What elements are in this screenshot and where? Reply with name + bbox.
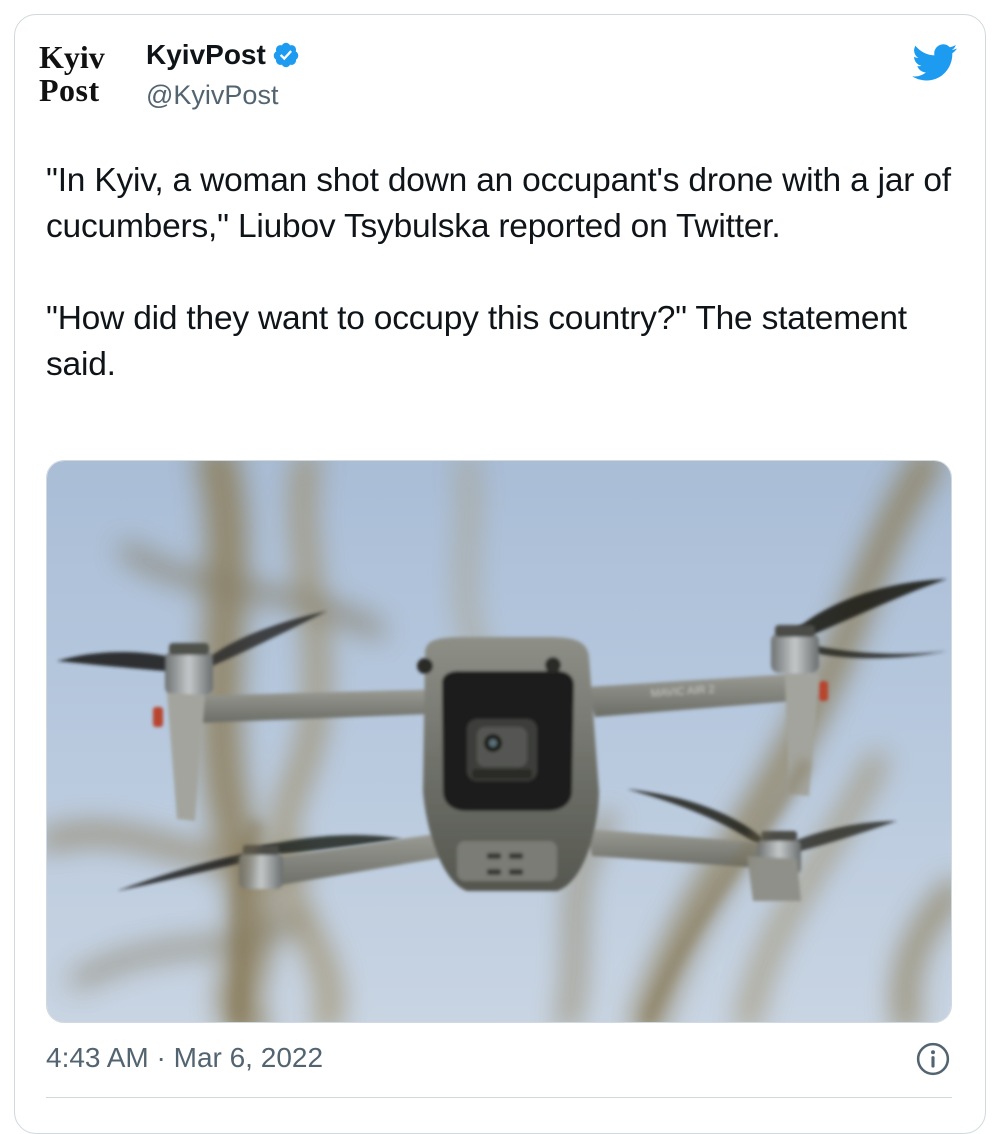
- info-icon[interactable]: [916, 1042, 950, 1076]
- author-display-name[interactable]: KyivPost: [146, 39, 266, 71]
- footer-divider: [46, 1097, 952, 1098]
- tweet-body: "In Kyiv, a woman shot down an occupant'…: [46, 158, 956, 388]
- drone-photo: MAVIC AIR 2: [47, 461, 951, 1022]
- tweet-media-photo[interactable]: MAVIC AIR 2: [46, 460, 952, 1023]
- tweet-paragraph-1: "In Kyiv, a woman shot down an occupant'…: [46, 162, 951, 245]
- tweet-header: Kyiv Post KyivPost @KyivPost: [38, 38, 958, 128]
- logo-line-1: Kyiv: [39, 39, 105, 75]
- tweet-paragraph-2: "How did they want to occupy this countr…: [46, 300, 907, 383]
- tweet-timestamp[interactable]: 4:43 AM · Mar 6, 2022: [46, 1042, 323, 1074]
- twitter-bird-icon[interactable]: [912, 44, 958, 82]
- author-handle[interactable]: @KyivPost: [146, 80, 300, 111]
- author-display-name-row[interactable]: KyivPost: [146, 38, 300, 72]
- verified-badge-icon: [273, 42, 299, 68]
- tweet-footer: 4:43 AM · Mar 6, 2022: [46, 1040, 952, 1080]
- author-names: KyivPost @KyivPost: [146, 38, 300, 111]
- kyivpost-avatar-logo[interactable]: Kyiv Post: [38, 38, 124, 112]
- logo-line-2: Post: [39, 72, 100, 108]
